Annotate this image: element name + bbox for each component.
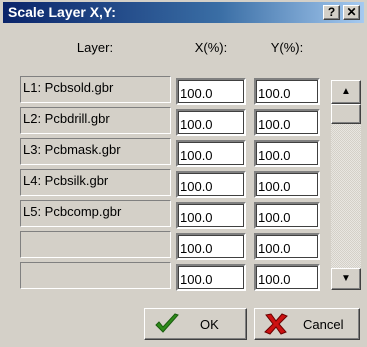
title-bar[interactable]: Scale Layer X,Y: ? ✕	[3, 2, 364, 23]
checkmark-icon	[155, 313, 179, 333]
layer-label	[20, 262, 171, 289]
ok-button[interactable]: OK	[144, 308, 247, 340]
y-scale-input[interactable]	[254, 171, 320, 198]
arrow-down-icon: ▼	[341, 273, 351, 284]
y-scale-input[interactable]	[254, 140, 320, 167]
x-scale-input[interactable]	[176, 109, 246, 136]
y-scale-input[interactable]	[254, 78, 320, 105]
ok-label: OK	[200, 317, 219, 332]
arrow-up-icon: ▲	[341, 86, 351, 97]
y-scale-input[interactable]	[254, 202, 320, 229]
x-scale-input[interactable]	[176, 171, 246, 198]
layer-label: L2: Pcbdrill.gbr	[20, 107, 171, 134]
x-scale-input[interactable]	[176, 78, 246, 105]
y-scale-input[interactable]	[254, 233, 320, 260]
x-scale-input[interactable]	[176, 202, 246, 229]
scale-layer-dialog: Scale Layer X,Y: ? ✕ Layer: X(%): Y(%): …	[0, 0, 367, 347]
cancel-button[interactable]: Cancel	[254, 308, 360, 340]
y-percent-column-header: Y(%):	[270, 40, 304, 55]
red-x-icon	[264, 313, 288, 335]
scroll-up-button[interactable]: ▲	[331, 80, 361, 104]
layer-label: L3: Pcbmask.gbr	[20, 138, 171, 165]
layer-label	[20, 231, 171, 258]
layer-column-header: Layer:	[76, 40, 114, 55]
layer-label: L1: Pcbsold.gbr	[20, 76, 171, 103]
help-button[interactable]: ?	[323, 5, 340, 20]
x-scale-input[interactable]	[176, 233, 246, 260]
scroll-down-button[interactable]: ▼	[331, 268, 361, 290]
x-scale-input[interactable]	[176, 264, 246, 291]
x-scale-input[interactable]	[176, 140, 246, 167]
y-scale-input[interactable]	[254, 264, 320, 291]
help-icon: ?	[327, 5, 336, 19]
cancel-label: Cancel	[303, 317, 344, 332]
x-percent-column-header: X(%):	[194, 40, 228, 55]
layer-label: L5: Pcbcomp.gbr	[20, 200, 171, 227]
layer-label: L4: Pcbsilk.gbr	[20, 169, 171, 196]
close-button[interactable]: ✕	[343, 5, 360, 20]
dialog-title: Scale Layer X,Y:	[8, 4, 116, 20]
y-scale-input[interactable]	[254, 109, 320, 136]
vertical-scrollbar[interactable]: ▲ ▼	[331, 80, 361, 290]
close-icon: ✕	[346, 5, 357, 19]
scrollbar-thumb[interactable]	[331, 104, 361, 124]
